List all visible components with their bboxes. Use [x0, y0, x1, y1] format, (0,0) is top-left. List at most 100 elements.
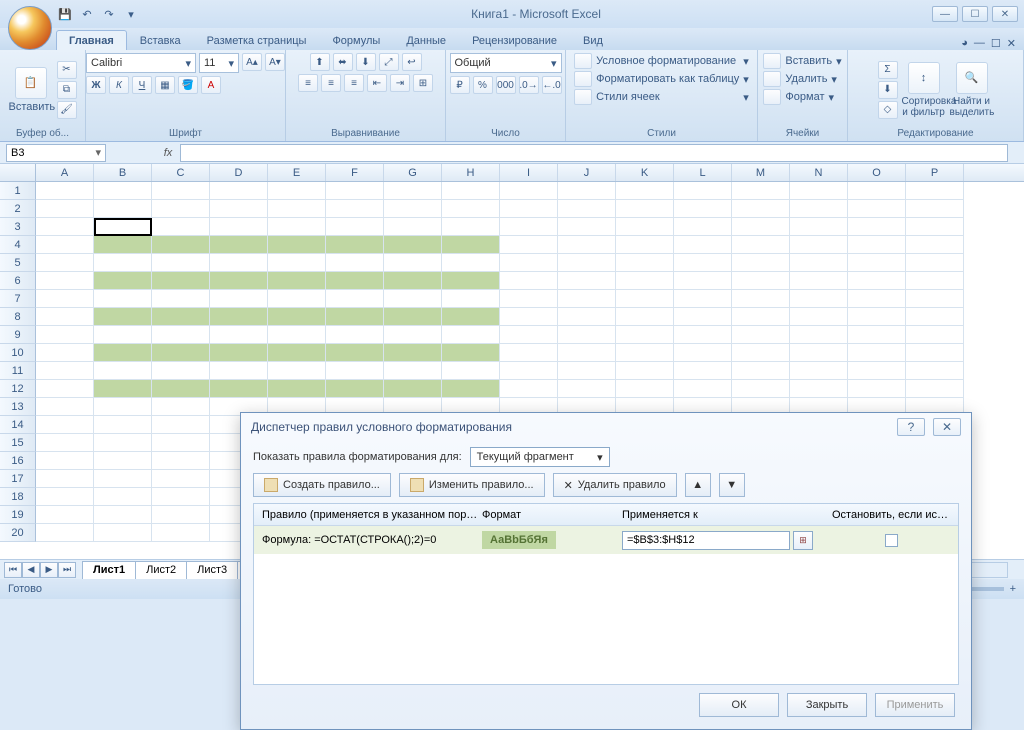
tab-insert[interactable]: Вставка — [127, 30, 194, 50]
grow-font-icon[interactable]: A▴ — [242, 53, 262, 71]
cell[interactable] — [558, 236, 616, 254]
cell[interactable] — [500, 290, 558, 308]
new-rule-button[interactable]: Создать правило... — [253, 473, 391, 497]
applies-to-input[interactable]: =$B$3:$H$12 — [622, 531, 790, 550]
cell[interactable] — [732, 254, 790, 272]
cell[interactable] — [674, 254, 732, 272]
cell[interactable] — [674, 362, 732, 380]
mdi-restore-icon[interactable]: ☐ — [991, 37, 1001, 50]
wrap-text-icon[interactable]: ↩ — [402, 53, 422, 71]
cell[interactable] — [152, 272, 210, 290]
cell[interactable] — [442, 200, 500, 218]
formula-input[interactable] — [180, 144, 1008, 162]
align-center-icon[interactable]: ≡ — [321, 74, 341, 92]
cell[interactable] — [558, 200, 616, 218]
cell[interactable] — [268, 362, 326, 380]
cell[interactable] — [558, 362, 616, 380]
cell[interactable] — [94, 362, 152, 380]
cell[interactable] — [442, 236, 500, 254]
cell[interactable] — [152, 524, 210, 542]
italic-icon[interactable]: К — [109, 76, 129, 94]
cell[interactable] — [500, 254, 558, 272]
cell[interactable] — [906, 344, 964, 362]
row-header[interactable]: 9 — [0, 326, 36, 344]
column-header[interactable]: B — [94, 164, 152, 181]
fill-icon[interactable]: ⬇ — [878, 81, 898, 99]
cell[interactable] — [790, 308, 848, 326]
cell[interactable] — [384, 272, 442, 290]
cell[interactable] — [674, 272, 732, 290]
cell[interactable] — [906, 272, 964, 290]
cell[interactable] — [36, 200, 94, 218]
row-header[interactable]: 6 — [0, 272, 36, 290]
cell[interactable] — [848, 254, 906, 272]
format-as-table-button[interactable]: Форматировать как таблицу▾ — [574, 71, 749, 87]
cell[interactable] — [848, 380, 906, 398]
cell[interactable] — [616, 308, 674, 326]
cell[interactable] — [152, 398, 210, 416]
cell[interactable] — [790, 344, 848, 362]
cell[interactable] — [210, 326, 268, 344]
cell[interactable] — [326, 308, 384, 326]
cell[interactable] — [616, 344, 674, 362]
cell[interactable] — [500, 380, 558, 398]
autosum-icon[interactable]: Σ — [878, 61, 898, 79]
cell[interactable] — [268, 236, 326, 254]
fill-color-icon[interactable]: 🪣 — [178, 76, 198, 94]
sort-filter-button[interactable]: ↕Сортировка и фильтр — [902, 62, 946, 118]
edit-rule-button[interactable]: Изменить правило... — [399, 473, 545, 497]
cell[interactable] — [442, 308, 500, 326]
row-header[interactable]: 5 — [0, 254, 36, 272]
cell[interactable] — [210, 272, 268, 290]
cell[interactable] — [906, 290, 964, 308]
range-selector-button[interactable]: ⊞ — [793, 531, 813, 550]
dialog-close-button[interactable]: ✕ — [933, 418, 961, 436]
cell[interactable] — [384, 182, 442, 200]
cell[interactable] — [152, 470, 210, 488]
row-header[interactable]: 16 — [0, 452, 36, 470]
align-bottom-icon[interactable]: ⬇ — [356, 53, 376, 71]
align-middle-icon[interactable]: ⬌ — [333, 53, 353, 71]
cell[interactable] — [442, 362, 500, 380]
column-header[interactable]: G — [384, 164, 442, 181]
cell[interactable] — [94, 506, 152, 524]
increase-indent-icon[interactable]: ⇥ — [390, 74, 410, 92]
cell[interactable] — [616, 362, 674, 380]
cell[interactable] — [268, 182, 326, 200]
cell[interactable] — [152, 290, 210, 308]
cell[interactable] — [674, 344, 732, 362]
cell[interactable] — [790, 182, 848, 200]
cell[interactable] — [384, 344, 442, 362]
border-icon[interactable]: ▦ — [155, 76, 175, 94]
merge-icon[interactable]: ⊞ — [413, 74, 433, 92]
cell[interactable] — [152, 308, 210, 326]
row-header[interactable]: 3 — [0, 218, 36, 236]
cell[interactable] — [906, 236, 964, 254]
cell[interactable] — [268, 380, 326, 398]
minimize-button[interactable]: — — [932, 6, 958, 22]
cell[interactable] — [732, 272, 790, 290]
find-select-button[interactable]: 🔍Найти и выделить — [950, 62, 994, 118]
cell[interactable] — [152, 416, 210, 434]
format-cells-button[interactable]: Формат▾ — [763, 89, 841, 105]
cell[interactable] — [326, 290, 384, 308]
cell[interactable] — [384, 236, 442, 254]
select-all-corner[interactable] — [0, 164, 36, 181]
column-header[interactable]: D — [210, 164, 268, 181]
cell[interactable] — [732, 326, 790, 344]
cell[interactable] — [616, 272, 674, 290]
cell[interactable] — [732, 236, 790, 254]
cell[interactable] — [384, 290, 442, 308]
row-header[interactable]: 4 — [0, 236, 36, 254]
cell[interactable] — [732, 344, 790, 362]
cell[interactable] — [36, 344, 94, 362]
tab-formulas[interactable]: Формулы — [319, 30, 393, 50]
cell[interactable] — [94, 452, 152, 470]
cell[interactable] — [558, 218, 616, 236]
number-format-combo[interactable]: Общий▾ — [450, 53, 562, 73]
conditional-formatting-button[interactable]: Условное форматирование▾ — [574, 53, 749, 69]
cell[interactable] — [326, 236, 384, 254]
cell[interactable] — [384, 326, 442, 344]
tab-data[interactable]: Данные — [393, 30, 459, 50]
cell[interactable] — [732, 290, 790, 308]
